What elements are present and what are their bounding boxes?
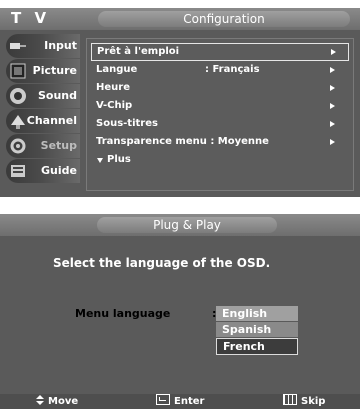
sidebar-item-label: Sound bbox=[37, 89, 77, 102]
language-option-spanish[interactable]: Spanish bbox=[216, 322, 298, 338]
arrow-right-icon bbox=[330, 121, 335, 127]
menu-item-time[interactable]: Heure bbox=[91, 80, 347, 96]
sound-icon bbox=[10, 88, 26, 104]
plug-and-play-header-bar: Plug & Play bbox=[0, 214, 360, 236]
channel-icon bbox=[11, 115, 25, 129]
sidebar-item-label: Input bbox=[44, 39, 77, 52]
setup-icon bbox=[10, 138, 26, 154]
arrow-right-icon bbox=[330, 67, 335, 73]
arrow-right-icon bbox=[330, 139, 335, 145]
plug-and-play-panel: Plug & Play Select the language of the O… bbox=[0, 214, 360, 409]
footer-move: Move bbox=[36, 394, 78, 409]
sidebar-item-sound[interactable]: Sound bbox=[6, 84, 80, 108]
sidebar-item-label: Guide bbox=[41, 164, 77, 177]
language-list: English Spanish French bbox=[216, 306, 298, 355]
enter-icon bbox=[156, 394, 170, 405]
menu-item-plug-and-play[interactable]: Prêt à l'emploi bbox=[91, 43, 349, 61]
menu-item-label: Transparence menu : Moyenne bbox=[96, 136, 269, 147]
configuration-title: Configuration bbox=[98, 11, 350, 27]
input-icon bbox=[10, 43, 26, 49]
setup-menu: Prêt à l'emploi Langue : Français Heure … bbox=[86, 38, 354, 191]
configuration-panel: T V Configuration Input Picture Sound Ch… bbox=[0, 8, 360, 197]
menu-item-label: Sous-titres bbox=[96, 118, 158, 129]
move-arrows-icon bbox=[36, 395, 44, 405]
sidebar-item-input[interactable]: Input bbox=[6, 34, 80, 58]
menu-item-label: Heure bbox=[96, 82, 130, 93]
arrow-right-icon bbox=[330, 103, 335, 109]
menu-item-v-chip[interactable]: V-Chip bbox=[91, 98, 347, 114]
menu-item-value: : Français bbox=[205, 64, 260, 75]
menu-item-captions[interactable]: Sous-titres bbox=[91, 116, 347, 132]
menu-item-label: Plus bbox=[107, 154, 131, 165]
menu-item-language[interactable]: Langue : Français bbox=[91, 62, 347, 78]
menu-item-label: V-Chip bbox=[96, 100, 133, 111]
footer-skip: Skip bbox=[283, 394, 325, 409]
language-option-french[interactable]: French bbox=[216, 338, 298, 355]
sidebar-item-guide[interactable]: Guide bbox=[6, 159, 80, 183]
footer-skip-label: Skip bbox=[301, 396, 326, 407]
menu-item-more[interactable]: Plus bbox=[91, 152, 347, 168]
menu-item-label: Prêt à l'emploi bbox=[97, 46, 180, 57]
sidebar: Input Picture Sound Channel Setup Guide bbox=[6, 34, 80, 184]
footer-enter-label: Enter bbox=[174, 396, 205, 407]
menu-language-label: Menu language bbox=[75, 307, 171, 320]
footer-enter: Enter bbox=[156, 394, 204, 409]
guide-icon bbox=[11, 165, 25, 177]
sidebar-item-channel[interactable]: Channel bbox=[6, 109, 80, 133]
arrow-right-icon bbox=[330, 85, 335, 91]
osd-language-prompt: Select the language of the OSD. bbox=[53, 256, 271, 270]
plug-and-play-title: Plug & Play bbox=[97, 217, 277, 233]
arrow-down-icon bbox=[97, 158, 103, 163]
footer-move-label: Move bbox=[48, 396, 79, 407]
sidebar-item-picture[interactable]: Picture bbox=[6, 59, 80, 83]
menu-item-label: Langue bbox=[96, 64, 138, 75]
sidebar-item-label: Setup bbox=[40, 139, 77, 152]
skip-icon bbox=[283, 394, 297, 405]
arrow-right-icon bbox=[331, 49, 336, 55]
menu-item-menu-transparency[interactable]: Transparence menu : Moyenne bbox=[91, 134, 347, 150]
sidebar-item-label: Channel bbox=[26, 114, 77, 127]
tv-title: T V bbox=[11, 9, 51, 27]
sidebar-item-label: Picture bbox=[32, 64, 77, 77]
language-option-english[interactable]: English bbox=[216, 306, 298, 322]
footer-bar: Move Enter Skip bbox=[0, 394, 360, 409]
picture-icon bbox=[10, 63, 26, 79]
configuration-header-bar: T V Configuration bbox=[0, 8, 360, 30]
sidebar-item-setup[interactable]: Setup bbox=[6, 134, 80, 158]
